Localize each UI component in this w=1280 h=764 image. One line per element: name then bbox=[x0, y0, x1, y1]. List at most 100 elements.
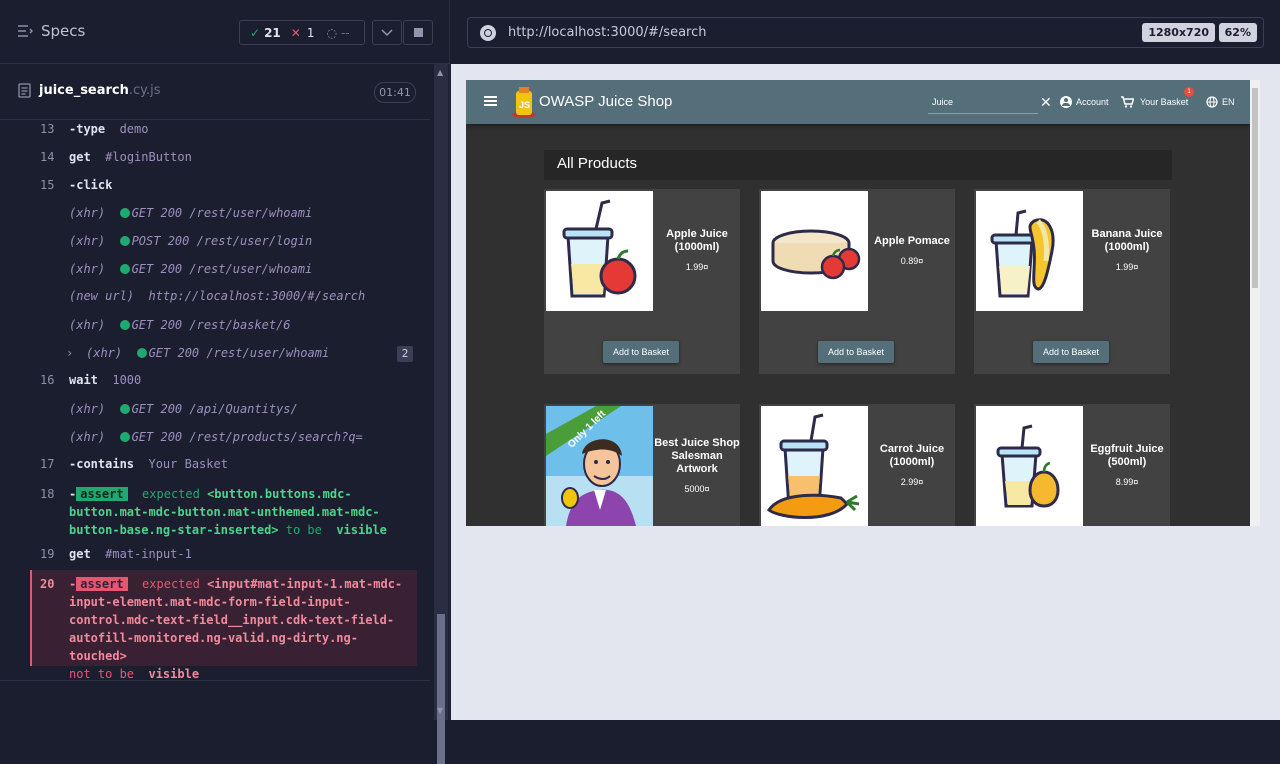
spec-ext: .cy.js bbox=[128, 83, 161, 98]
stop-button[interactable] bbox=[403, 20, 433, 45]
juice-shop-app: JS OWASP Juice Shop Juice ✕ Account Your… bbox=[466, 80, 1250, 526]
product-name: Eggfruit Juice (500ml) bbox=[1090, 443, 1164, 468]
test-stats: ✓ 21 ✕ 1 ◌ -- bbox=[239, 20, 365, 45]
product-card[interactable]: Apple Pomace 0.89¤ Add to Basket bbox=[759, 189, 955, 374]
product-info: Apple Pomace 0.89¤ bbox=[869, 189, 955, 311]
pending-icon: ◌ bbox=[326, 25, 337, 40]
product-card[interactable]: Only 1 left Best Juice Shop Salesman Art… bbox=[544, 404, 740, 526]
product-info: Banana Juice (1000ml) 1.99¤ bbox=[1084, 189, 1170, 311]
basket-label: Your Basket bbox=[1140, 97, 1189, 107]
app-toolbar: JS OWASP Juice Shop Juice ✕ Account Your… bbox=[466, 80, 1250, 124]
basket-button[interactable]: Your Basket 1 bbox=[1121, 87, 1194, 108]
app-title[interactable]: OWASP Juice Shop bbox=[539, 93, 672, 110]
passed-count: 21 bbox=[264, 25, 281, 40]
dropdown-button[interactable] bbox=[372, 20, 402, 45]
count-badge: 2 bbox=[397, 346, 413, 362]
globe-icon bbox=[480, 24, 496, 41]
product-price: 8.99¤ bbox=[1115, 477, 1139, 487]
language-label: EN bbox=[1222, 97, 1235, 107]
aut-header: http://localhost:3000/#/search 1280x720 … bbox=[451, 0, 1280, 64]
eggfruit-juice-image-icon bbox=[976, 406, 1083, 526]
add-to-basket-button[interactable]: Add to Basket bbox=[603, 341, 679, 363]
run-timer: 01:41 bbox=[374, 82, 416, 103]
specs-toggle[interactable]: Specs bbox=[18, 22, 85, 40]
cypress-runner-panel: Specs ✓ 21 ✕ 1 ◌ -- juice_search.cy.js 0… bbox=[0, 0, 450, 764]
scroll-down-icon[interactable]: ▼ bbox=[437, 706, 443, 715]
status-dot-icon bbox=[119, 208, 130, 218]
product-name: Carrot Juice (1000ml) bbox=[879, 443, 945, 468]
chevron-right-icon: › bbox=[66, 346, 74, 360]
document-icon bbox=[18, 83, 31, 98]
specs-label: Specs bbox=[41, 22, 86, 40]
product-price: 1.99¤ bbox=[685, 262, 709, 272]
status-dot-icon bbox=[119, 320, 130, 330]
specs-header: Specs ✓ 21 ✕ 1 ◌ -- bbox=[0, 0, 450, 64]
product-card[interactable]: Eggfruit Juice (500ml) 8.99¤ bbox=[974, 404, 1170, 526]
product-image[interactable] bbox=[976, 191, 1083, 311]
account-label: Account bbox=[1076, 97, 1109, 107]
product-name: Apple Pomace bbox=[874, 234, 950, 247]
status-dot-icon bbox=[119, 404, 130, 414]
runner-footer bbox=[0, 680, 430, 720]
product-info: Best Juice Shop Salesman Artwork 5000¤ bbox=[654, 404, 740, 526]
spec-file-name[interactable]: juice_search.cy.js bbox=[18, 83, 161, 98]
shopping-cart-icon bbox=[1121, 96, 1134, 108]
product-image[interactable] bbox=[546, 191, 653, 311]
scrollbar-thumb[interactable] bbox=[437, 614, 445, 764]
product-name: Apple Juice (1000ml) bbox=[666, 228, 728, 253]
stop-icon bbox=[413, 28, 423, 37]
juice-shop-logo-icon[interactable]: JS bbox=[510, 85, 538, 119]
product-name: Banana Juice (1000ml) bbox=[1091, 228, 1163, 253]
svg-text:JS: JS bbox=[519, 100, 530, 110]
product-image[interactable] bbox=[761, 406, 868, 526]
command-log: 13 -type demo 14 get #loginButton 15 -cl… bbox=[0, 120, 430, 681]
basket-count-badge: 1 bbox=[1184, 87, 1194, 97]
status-dot-icon bbox=[119, 432, 130, 442]
command-log-scrollbar[interactable]: ▲ ▼ bbox=[434, 64, 448, 764]
product-image[interactable] bbox=[976, 406, 1083, 526]
product-price: 5000¤ bbox=[684, 483, 710, 494]
status-dot-icon bbox=[119, 264, 130, 274]
check-icon: ✓ bbox=[250, 25, 261, 40]
url-bar[interactable]: http://localhost:3000/#/search 1280x720 … bbox=[467, 17, 1264, 48]
product-image[interactable] bbox=[761, 191, 868, 311]
carrot-juice-image-icon bbox=[761, 406, 868, 526]
url-text: http://localhost:3000/#/search bbox=[508, 25, 707, 40]
fail-x-icon: ✕ bbox=[290, 25, 301, 40]
spec-file-header: juice_search.cy.js 01:41 bbox=[0, 64, 430, 120]
hamburger-menu-icon[interactable] bbox=[484, 96, 497, 106]
search-input[interactable]: Juice bbox=[928, 92, 1038, 114]
scroll-up-icon[interactable]: ▲ bbox=[437, 68, 443, 77]
product-image[interactable]: Only 1 left bbox=[546, 406, 653, 526]
status-dot-icon bbox=[136, 348, 147, 358]
app-scrollbar-thumb[interactable] bbox=[1252, 88, 1258, 288]
product-info: Eggfruit Juice (500ml) 8.99¤ bbox=[1084, 404, 1170, 526]
add-to-basket-button[interactable]: Add to Basket bbox=[1033, 341, 1109, 363]
assert-badge-failed: assert bbox=[76, 577, 128, 591]
language-button[interactable]: EN bbox=[1206, 96, 1235, 108]
account-button[interactable]: Account bbox=[1060, 96, 1109, 108]
spec-name: juice_search bbox=[39, 83, 129, 98]
language-globe-icon bbox=[1206, 96, 1218, 108]
banana-juice-image-icon bbox=[976, 191, 1083, 311]
apple-pomace-image-icon bbox=[761, 191, 868, 311]
product-price: 2.99¤ bbox=[900, 477, 924, 487]
product-price: 0.89¤ bbox=[900, 255, 924, 266]
status-dot-icon bbox=[119, 236, 130, 246]
product-info: Apple Juice (1000ml) 1.99¤ bbox=[654, 189, 740, 311]
failed-count: 1 bbox=[306, 25, 315, 40]
product-card[interactable]: Carrot Juice (1000ml) 2.99¤ bbox=[759, 404, 955, 526]
product-name: Best Juice Shop Salesman Artwork bbox=[654, 436, 740, 475]
add-to-basket-button[interactable]: Add to Basket bbox=[818, 341, 894, 363]
zoom-badge: 62% bbox=[1218, 23, 1257, 42]
close-search-icon[interactable]: ✕ bbox=[1040, 94, 1052, 111]
product-info: Carrot Juice (1000ml) 2.99¤ bbox=[869, 404, 955, 526]
product-card[interactable]: Apple Juice (1000ml) 1.99¤ Add to Basket bbox=[544, 189, 740, 374]
menu-list-icon bbox=[18, 25, 33, 37]
viewport-size-badge: 1280x720 bbox=[1142, 23, 1215, 42]
app-scrollbar[interactable] bbox=[1250, 80, 1260, 526]
product-price: 1.99¤ bbox=[1115, 262, 1139, 272]
product-card[interactable]: Banana Juice (1000ml) 1.99¤ Add to Baske… bbox=[974, 189, 1170, 374]
chevron-down-icon bbox=[381, 28, 393, 36]
section-title: All Products bbox=[544, 150, 1172, 180]
